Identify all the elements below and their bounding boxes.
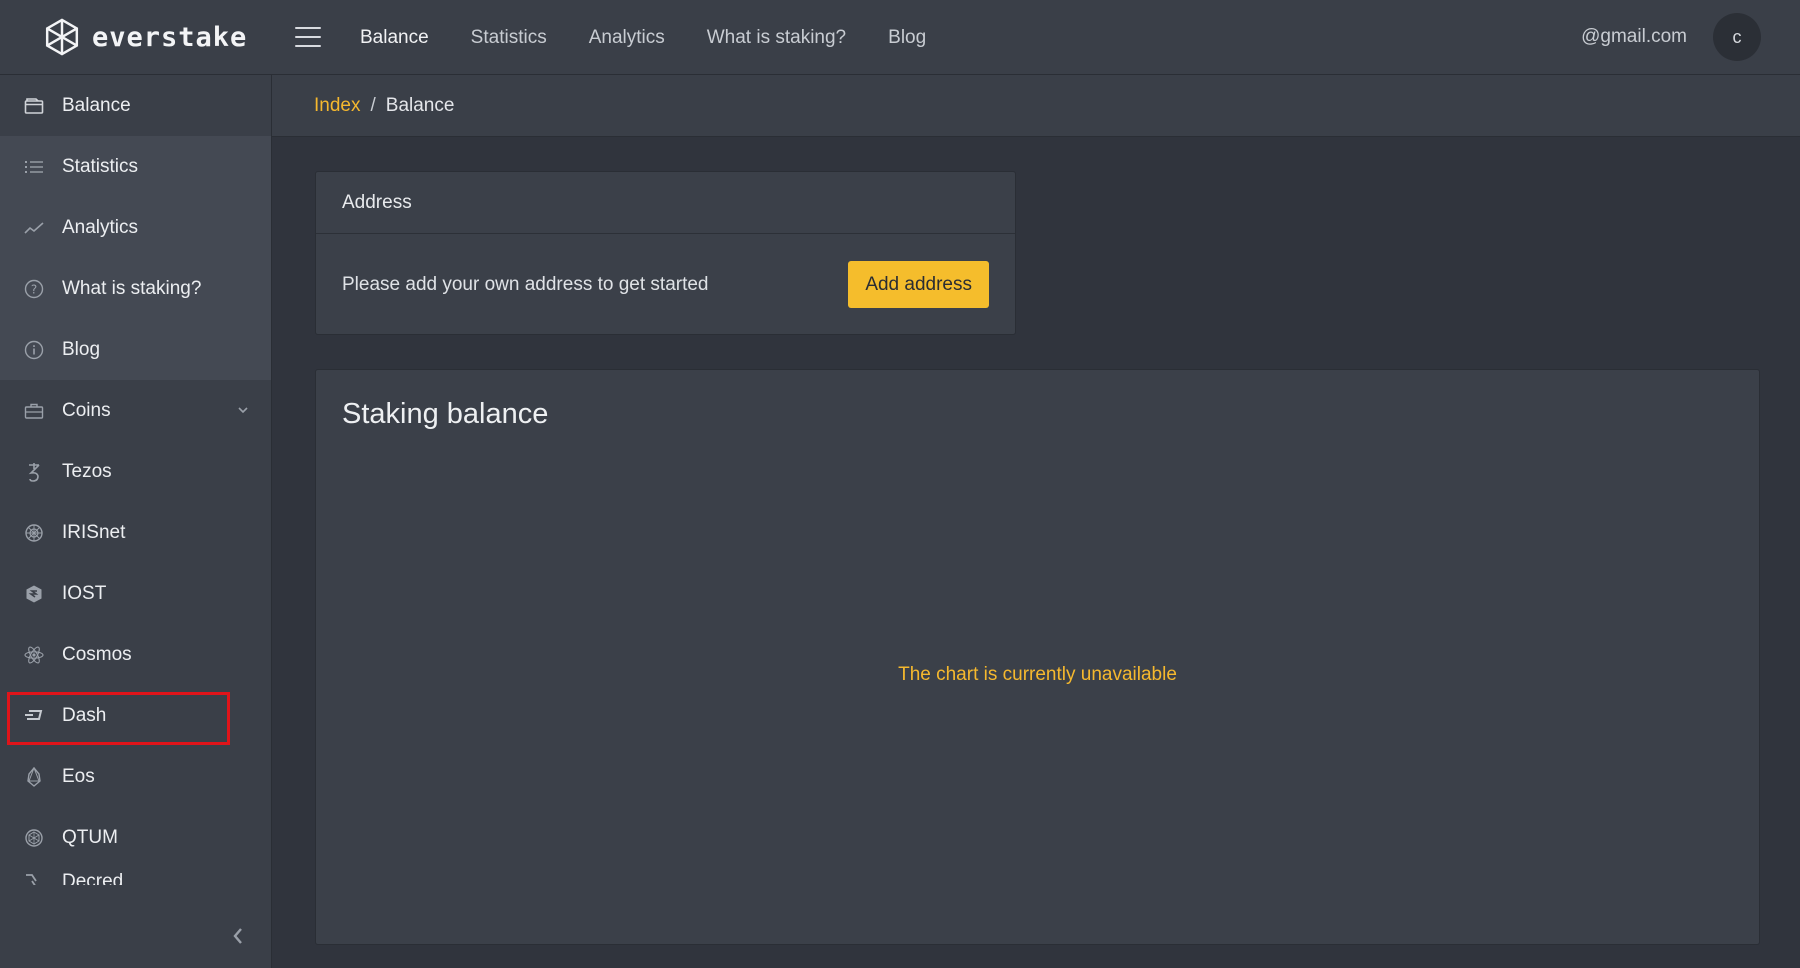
topnav-what-is-staking[interactable]: What is staking? (686, 0, 867, 75)
chevron-down-icon (238, 407, 248, 414)
breadcrumb-current: Balance (385, 94, 455, 116)
tezos-icon (23, 461, 45, 483)
sidebar-item-decred[interactable]: Decred (0, 868, 271, 885)
sidebar-item-label: Analytics (62, 216, 139, 238)
sidebar-item-analytics[interactable]: Analytics (0, 197, 271, 258)
chevron-left-icon (233, 928, 242, 944)
sidebar-item-label: Eos (62, 765, 95, 787)
sidebar-item-label: Coins (62, 399, 111, 421)
sidebar-item-label: Statistics (62, 155, 139, 177)
avatar[interactable]: c (1713, 13, 1761, 61)
chart-unavailable-message: The chart is currently unavailable (898, 664, 1177, 685)
menu-toggle-icon[interactable] (295, 27, 321, 47)
info-circle-icon (23, 339, 45, 361)
sidebar-item-balance[interactable]: Balance (0, 75, 271, 136)
sidebar: Balance Statistics Analytics ? What is s… (0, 75, 272, 968)
sidebar-item-tezos[interactable]: Tezos (0, 441, 271, 502)
topnav-statistics[interactable]: Statistics (450, 0, 568, 75)
sidebar-item-label: Cosmos (62, 643, 132, 665)
sidebar-item-label: Dash (62, 704, 107, 726)
add-address-button[interactable]: Add address (848, 261, 989, 308)
staking-balance-title: Staking balance (342, 398, 549, 430)
sidebar-item-dash[interactable]: Dash (0, 685, 271, 746)
sidebar-item-statistics[interactable]: Statistics (0, 136, 271, 197)
sidebar-item-label: Blog (62, 338, 101, 360)
sidebar-item-cosmos[interactable]: Cosmos (0, 624, 271, 685)
question-circle-icon: ? (23, 278, 45, 300)
sidebar-item-qtum[interactable]: QTUM (0, 807, 271, 868)
sidebar-item-label: Tezos (62, 460, 112, 482)
top-bar: everstake Balance Statistics Analytics W… (0, 0, 1800, 75)
list-icon (23, 156, 45, 178)
user-email[interactable]: @gmail.com (1581, 26, 1687, 48)
sidebar-item-eos[interactable]: Eos (0, 746, 271, 807)
qtum-icon (23, 827, 45, 849)
sidebar-item-what-is-staking[interactable]: ? What is staking? (0, 258, 271, 319)
sidebar-item-label: QTUM (62, 826, 118, 848)
sidebar-item-blog[interactable]: Blog (0, 319, 271, 380)
sidebar-item-coins[interactable]: Coins (0, 380, 271, 441)
topnav-analytics[interactable]: Analytics (568, 0, 686, 75)
address-card-body: Please add your own address to get start… (316, 234, 1015, 335)
decred-icon (23, 870, 45, 885)
sidebar-item-label: Balance (62, 94, 131, 116)
address-card: Address Please add your own address to g… (315, 171, 1016, 335)
briefcase-icon (23, 400, 45, 422)
cosmos-icon (23, 644, 45, 666)
sidebar-item-irisnet[interactable]: IRISnet (0, 502, 271, 563)
brand-name: everstake (92, 21, 248, 53)
address-message: Please add your own address to get start… (342, 273, 709, 295)
sidebar-item-iost[interactable]: IOST (0, 563, 271, 624)
everstake-logo-icon (45, 18, 79, 56)
svg-text:?: ? (31, 282, 37, 296)
iost-icon (23, 583, 45, 605)
staking-balance-card: Staking balance The chart is currently u… (315, 369, 1760, 945)
breadcrumb-separator: / (370, 94, 376, 116)
sidebar-item-label: Decred (62, 871, 124, 885)
trend-line-icon (23, 217, 45, 239)
topnav-blog[interactable]: Blog (867, 0, 947, 75)
breadcrumb-index-link[interactable]: Index (314, 95, 360, 117)
address-card-title: Address (316, 172, 1015, 234)
user-area: @gmail.com c (1581, 13, 1761, 61)
top-nav: Balance Statistics Analytics What is sta… (339, 0, 947, 75)
brand[interactable]: everstake (43, 18, 265, 56)
sidebar-item-label: IRISnet (62, 521, 126, 543)
dash-icon (23, 705, 45, 727)
breadcrumb: Index / Balance (272, 75, 1800, 137)
collapse-sidebar-button[interactable] (226, 922, 250, 950)
topnav-balance[interactable]: Balance (339, 0, 450, 75)
sidebar-item-label: IOST (62, 582, 107, 604)
irisnet-icon (23, 522, 45, 544)
sidebar-item-label: What is staking? (62, 277, 202, 299)
wallet-icon (23, 95, 45, 117)
eos-icon (23, 766, 45, 788)
